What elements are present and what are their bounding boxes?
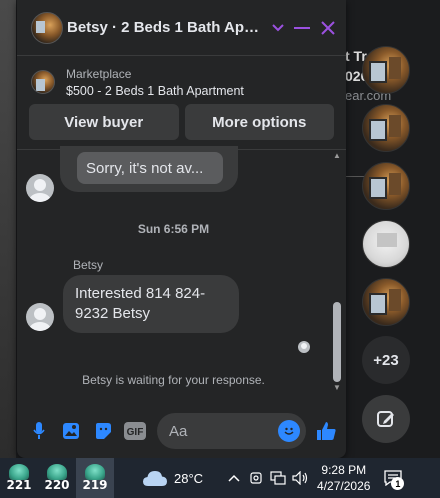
emoji-icon[interactable] — [278, 420, 300, 442]
listing-label: Marketplace — [66, 66, 132, 81]
message-scrollbar[interactable]: ▲ ▼ — [332, 152, 342, 392]
taskbar-clock[interactable]: 9:28 PM 4/27/2026 — [317, 462, 370, 494]
cloud-icon — [143, 471, 167, 486]
quoted-reply[interactable]: Sorry, it's not av... — [77, 152, 223, 184]
message-input-placeholder: Aa — [169, 422, 188, 440]
photo-icon[interactable] — [59, 419, 83, 443]
chat-head-5[interactable] — [362, 278, 410, 326]
listing-title: $500 - 2 Beds 1 Bath Apartment — [66, 83, 244, 98]
message-composer: GIF Aa — [17, 404, 346, 458]
waiting-notice: Betsy is waiting for your response. — [82, 373, 265, 387]
weather-widget[interactable]: 28°C — [142, 469, 203, 487]
listing-avatar[interactable] — [31, 11, 63, 44]
chat-head-3[interactable] — [362, 162, 410, 210]
gif-icon[interactable]: GIF — [123, 419, 147, 443]
scroll-up-icon[interactable]: ▲ — [333, 152, 341, 160]
scroll-down-icon[interactable]: ▼ — [333, 384, 341, 392]
chevron-down-icon[interactable] — [272, 23, 284, 32]
weather-temperature: 28°C — [174, 470, 204, 486]
taskbar-app-number: 221 — [6, 478, 32, 492]
windows-taskbar: 221 220 219 28°C 9:28 PM 4/27/2026 1 — [0, 458, 440, 498]
incoming-message[interactable]: Interested 814 824-9232 Betsy — [63, 275, 239, 333]
more-chat-heads-button[interactable]: +23 — [362, 336, 410, 384]
volume-icon[interactable] — [289, 467, 311, 489]
system-tray — [223, 467, 311, 489]
chat-head-4[interactable] — [362, 220, 410, 268]
chat-head-1[interactable] — [362, 46, 410, 94]
network-icon[interactable] — [267, 467, 289, 489]
clock-time: 9:28 PM — [321, 463, 367, 477]
taskbar-app-number: 220 — [44, 478, 70, 492]
scroll-thumb[interactable] — [333, 302, 341, 382]
message-timestamp: Sun 6:56 PM — [137, 222, 210, 236]
marketplace-listing[interactable]: Marketplace $500 - 2 Beds 1 Bath Apartme… — [17, 56, 346, 102]
microphone-icon[interactable] — [27, 419, 51, 443]
chat-head-2[interactable] — [362, 104, 410, 152]
background-page-left — [0, 0, 16, 460]
meet-now-icon[interactable] — [245, 467, 267, 489]
taskbar-app-number: 219 — [82, 478, 108, 492]
chat-window: Betsy · 2 Beds 1 Bath Apartment Marketpl… — [17, 0, 346, 458]
taskbar-app-219[interactable]: 219 — [76, 458, 114, 498]
taskbar-app-221[interactable]: 221 — [0, 458, 38, 498]
sticker-icon[interactable] — [91, 419, 115, 443]
chat-title[interactable]: Betsy · 2 Beds 1 Bath Apartment — [67, 19, 264, 36]
listing-thumbnail — [31, 70, 55, 94]
clock-date: 4/27/2026 — [317, 479, 371, 493]
message-input[interactable]: Aa — [157, 413, 306, 449]
sender-name: Betsy — [73, 258, 104, 272]
contact-avatar[interactable] — [26, 303, 54, 331]
chat-header[interactable]: Betsy · 2 Beds 1 Bath Apartment — [17, 0, 346, 56]
seen-indicator — [298, 341, 310, 353]
thumbs-up-icon[interactable] — [314, 419, 338, 443]
message-list[interactable]: Sorry, it's not av... Sun 6:56 PM Betsy … — [17, 146, 346, 402]
notification-center-button[interactable]: 1 — [378, 463, 408, 493]
new-message-button[interactable] — [362, 395, 410, 443]
compose-icon — [377, 411, 394, 427]
contact-avatar[interactable] — [26, 174, 54, 202]
chevron-up-icon[interactable] — [223, 467, 245, 489]
background-divider — [345, 176, 365, 177]
more-options-button[interactable]: More options — [184, 104, 334, 140]
minimize-icon[interactable] — [294, 26, 310, 30]
gif-label: GIF — [127, 427, 144, 438]
close-icon[interactable] — [320, 20, 336, 36]
notification-badge: 1 — [391, 477, 405, 490]
taskbar-app-220[interactable]: 220 — [38, 458, 76, 498]
view-buyer-button[interactable]: View buyer — [29, 104, 179, 140]
